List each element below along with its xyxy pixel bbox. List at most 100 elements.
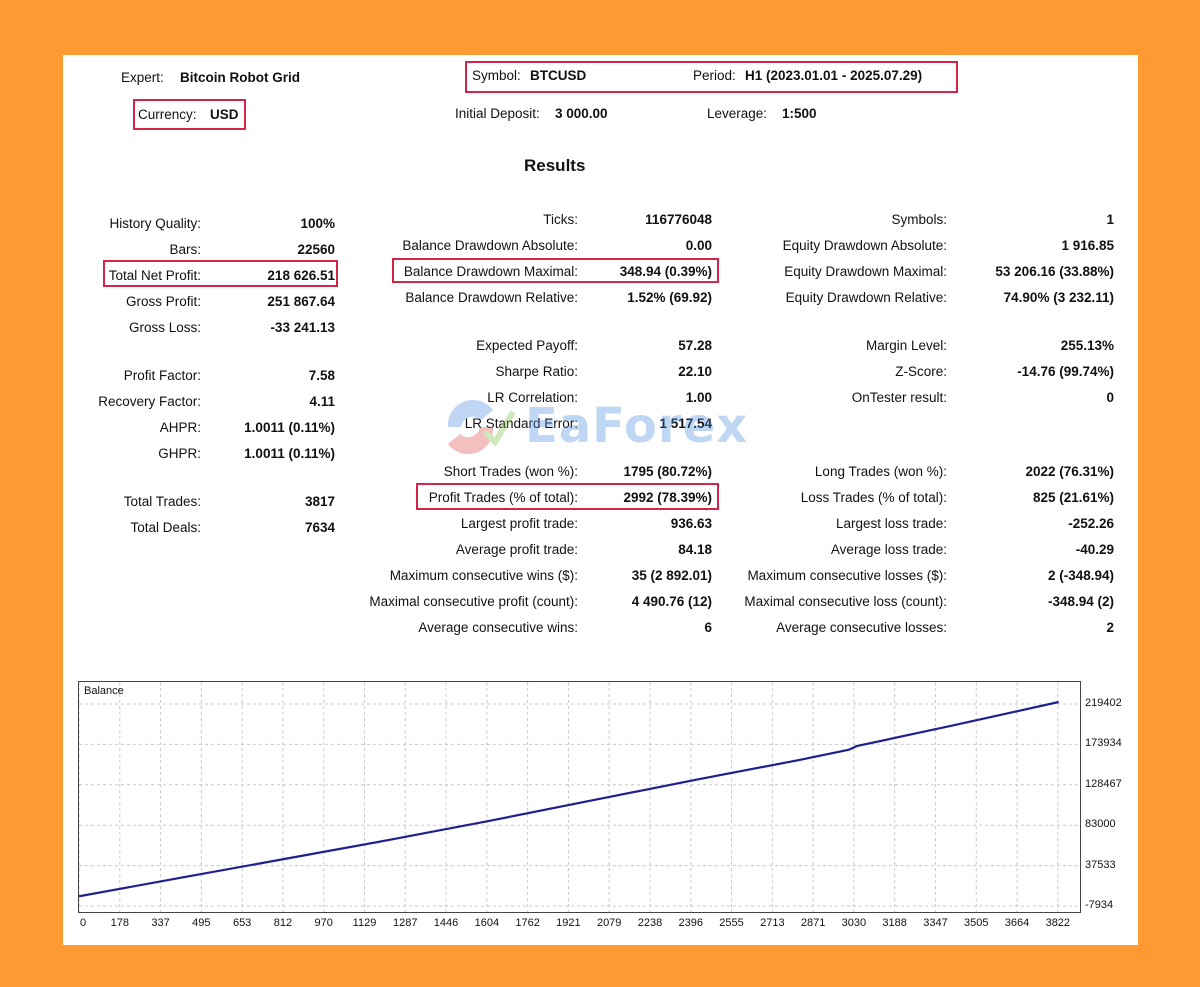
col1-stat-value: 218 626.51 (267, 268, 335, 283)
symbol-label: Symbol: (472, 68, 521, 83)
col3-stat-label: Equity Drawdown Maximal: (784, 264, 947, 279)
x-tick-label: 2871 (800, 917, 826, 929)
col3-stat-label: Largest loss trade: (835, 516, 947, 531)
col2-stat-value: 57.28 (678, 338, 712, 353)
col1-stat-value: 3817 (304, 494, 335, 509)
col1-stat-value: 4.11 (309, 394, 335, 409)
col1-stat-value: 7.58 (308, 368, 335, 383)
col2-stat-label: Expected Payoff: (476, 338, 578, 353)
y-tick-label: 219402 (1085, 697, 1122, 709)
x-tick-label: 2713 (760, 917, 785, 929)
col2-stat-value: 4 490.76 (12) (631, 594, 712, 609)
x-tick-label: 1446 (433, 917, 459, 929)
col2-stat-label: Sharpe Ratio: (495, 364, 578, 379)
x-tick-label: 1129 (352, 917, 377, 929)
col1-stat-value: -33 241.13 (270, 320, 335, 335)
col2-stat-value: 116776048 (645, 212, 712, 227)
col3-stat-value: 53 206.16 (33.88%) (995, 264, 1114, 279)
col3-stat-label: Long Trades (won %): (814, 464, 947, 479)
x-tick-label: 653 (232, 917, 252, 929)
x-tick-label: 3347 (923, 917, 948, 929)
x-tick-label: 1287 (393, 917, 418, 929)
x-tick-label: 812 (273, 917, 293, 929)
col3-stat-label: Average consecutive losses: (776, 620, 947, 635)
col2-stat-label: Balance Drawdown Maximal: (403, 264, 578, 279)
col1-stat-label: Total Trades: (123, 494, 201, 509)
expert-label: Expert: (121, 70, 164, 85)
col2-stat-value: 1.52% (69.92) (627, 290, 712, 305)
col1-stat-value: 7634 (304, 520, 335, 535)
x-tick-label: 3505 (964, 917, 989, 929)
col3-stat-value: 1 916.85 (1061, 238, 1114, 253)
currency-label: Currency: (138, 107, 197, 122)
col1-stat-value: 22560 (297, 242, 335, 257)
col3-stat-label: Z-Score: (895, 364, 947, 379)
col2-stat-value: 348.94 (0.39%) (619, 264, 712, 279)
col1-stat-label: History Quality: (109, 216, 201, 231)
col3-stat-value: 255.13% (1060, 338, 1114, 353)
results-title: Results (524, 156, 586, 175)
col3-stat-value: -252.26 (1068, 516, 1114, 531)
currency-value: USD (210, 107, 239, 122)
eaforex-logo-icon (447, 399, 516, 455)
x-tick-label: 2396 (678, 917, 703, 929)
col3-stat-value: 2 (1106, 620, 1114, 635)
balance-chart-plot (78, 682, 1080, 912)
x-tick-label: 3664 (1004, 917, 1030, 929)
col3-stat-label: Maximal consecutive loss (count): (744, 594, 947, 609)
balance-chart: Balance (78, 681, 1081, 913)
col1-stat-label: Recovery Factor: (98, 394, 201, 409)
x-tick-label: 1762 (515, 917, 540, 929)
col1-stat-value: 1.0011 (0.11%) (244, 446, 335, 461)
y-tick-label: 37533 (1085, 858, 1116, 871)
col2-stat-value: 936.63 (670, 516, 712, 531)
col2-stat-value: 1795 (80.72%) (623, 464, 712, 479)
col2-stat-value: 35 (2 892.01) (631, 568, 712, 583)
y-tick-label: 173934 (1085, 737, 1122, 750)
deposit-value: 3 000.00 (555, 106, 608, 121)
col3-stat-value: 1 (1106, 212, 1114, 227)
col2-stat-label: Maximal consecutive profit (count): (369, 594, 578, 609)
col2-stat-label: Ticks: (543, 212, 578, 227)
col2-stat-value: 84.18 (678, 542, 712, 557)
col3-stat-label: Equity Drawdown Relative: (785, 290, 947, 305)
chart-title: Balance (84, 685, 124, 697)
col1-stat-value: 1.0011 (0.11%) (244, 420, 335, 435)
deposit-label: Initial Deposit: (455, 106, 540, 121)
col2-stat-label: Average profit trade: (455, 542, 578, 557)
x-tick-label: 1921 (556, 917, 581, 929)
col2-stat-value: 0.00 (685, 238, 712, 253)
col1-stat-label: Total Net Profit: (108, 268, 201, 283)
x-tick-label: 337 (151, 917, 170, 929)
col2-stat-label: Balance Drawdown Absolute: (402, 238, 578, 253)
col2-stat-value: 22.10 (678, 364, 712, 379)
col2-stat-label: Balance Drawdown Relative: (405, 290, 578, 305)
col2-stat-label: Average consecutive wins: (418, 620, 578, 635)
col3-stat-label: Loss Trades (% of total): (800, 490, 947, 505)
col3-stat-value: 825 (21.61%) (1032, 490, 1114, 505)
col2-stat-label: Short Trades (won %): (443, 464, 578, 479)
x-tick-label: 1604 (474, 917, 500, 929)
col3-stat-label: Average loss trade: (830, 542, 947, 557)
col3-stat-value: -40.29 (1075, 542, 1114, 557)
y-tick-label: 83000 (1085, 818, 1116, 831)
y-tick-label: 128467 (1085, 777, 1122, 790)
col1-stat-label: Gross Profit: (125, 294, 201, 309)
symbol-value: BTCUSD (530, 68, 587, 83)
x-tick-label: 2555 (719, 917, 744, 929)
period-label: Period: (693, 68, 736, 83)
col1-stat-value: 251 867.64 (267, 294, 335, 309)
col1-stat-label: Profit Factor: (123, 368, 201, 383)
col2-stat-label: Maximum consecutive wins ($): (389, 568, 578, 583)
leverage-label: Leverage: (707, 106, 768, 121)
col1-stat-label: Total Deals: (130, 520, 201, 535)
col3-stat-value: 0 (1106, 390, 1114, 405)
col1-stat-label: Bars: (169, 242, 201, 257)
col3-stat-label: Maximum consecutive losses ($): (747, 568, 947, 583)
y-tick-label: -7934 (1085, 899, 1114, 911)
col3-stat-label: Symbols: (891, 212, 947, 227)
x-tick-label: 3030 (841, 917, 867, 929)
x-tick-label: 2079 (596, 917, 622, 929)
col1-stat-label: AHPR: (159, 420, 201, 435)
col3-stat-label: Margin Level: (865, 338, 947, 353)
